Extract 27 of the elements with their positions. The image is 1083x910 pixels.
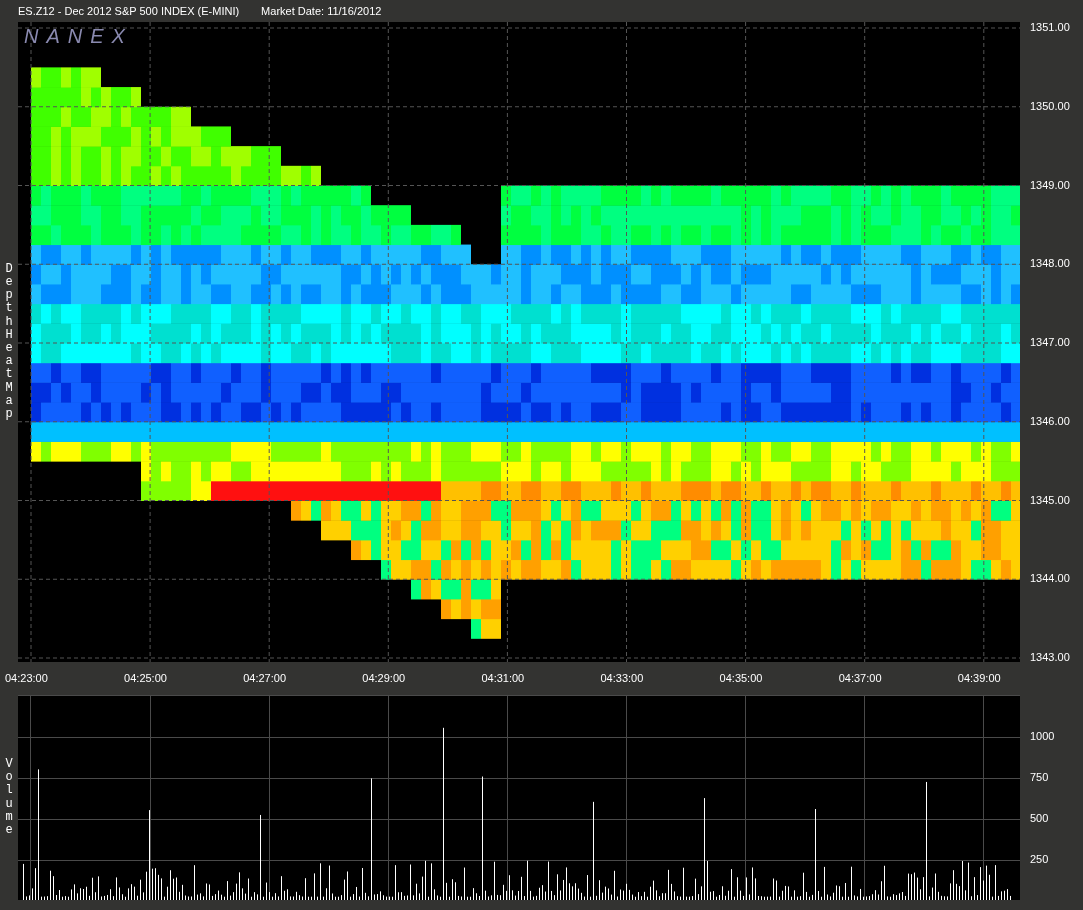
time-tick-label: 04:35:00	[719, 672, 763, 684]
price-tick-label: 1343.00	[1030, 651, 1070, 663]
time-tick-label: 04:39:00	[957, 672, 1001, 684]
volume-tick-label: 250	[1030, 853, 1049, 865]
time-tick-label: 04:29:00	[362, 672, 406, 684]
nanex-logo: NANEX	[24, 25, 133, 48]
price-tick-label: 1349.00	[1030, 178, 1070, 191]
time-tick-label: 04:27:00	[243, 672, 286, 684]
time-tick-label: 04:33:00	[600, 672, 644, 684]
time-tick-label: 04:37:00	[838, 672, 882, 684]
market-date: Market Date: 11/16/2012	[261, 5, 382, 17]
price-tick-label: 1344.00	[1030, 572, 1070, 585]
volume-axis-label: Volume	[4, 757, 14, 838]
time-tick-label: 04:25:00	[124, 672, 167, 684]
volume-tick-label: 750	[1030, 771, 1049, 783]
heatmap-axis-label: Depth Heat Map	[4, 262, 14, 422]
price-tick-label: 1345.00	[1030, 493, 1070, 506]
price-tick-label: 1350.00	[1030, 99, 1070, 112]
price-tick-label: 1351.00	[1030, 21, 1070, 33]
price-tick-label: 1348.00	[1030, 257, 1070, 270]
price-tick-label: 1347.00	[1030, 336, 1070, 348]
volume-tick-label: 1000	[1030, 730, 1055, 742]
price-tick-label: 1346.00	[1030, 414, 1070, 427]
volume-tick-label: 500	[1030, 812, 1049, 824]
symbol-title: ES.Z12 - Dec 2012 S&P 500 INDEX (E-MINI)	[18, 5, 240, 17]
time-tick-label: 04:23:00	[5, 672, 48, 684]
time-tick-label: 04:31:00	[481, 672, 525, 684]
